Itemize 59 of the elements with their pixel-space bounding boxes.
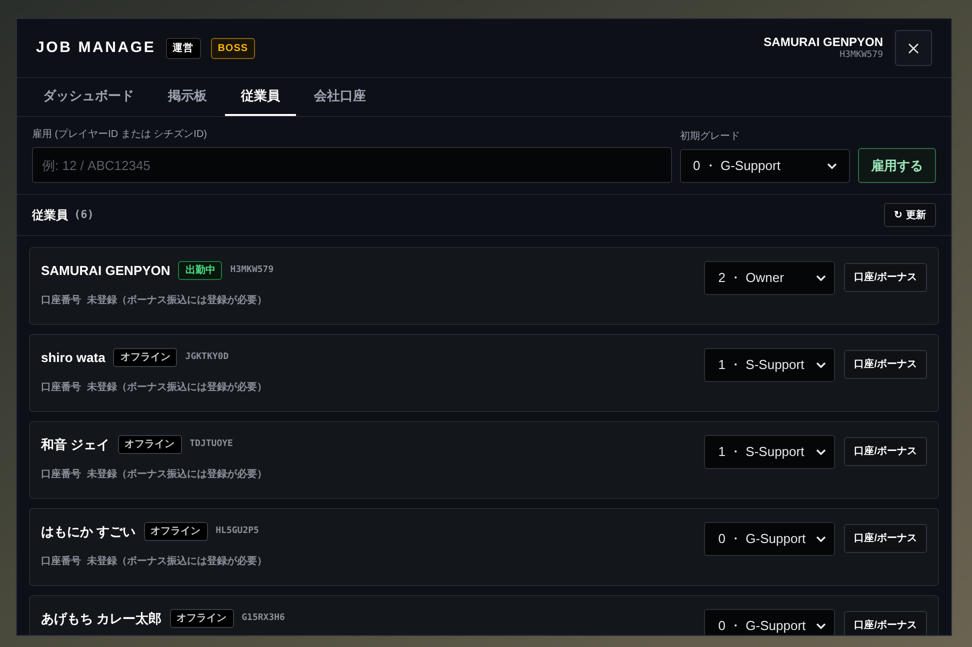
window-title: JOB MANAGE [36,38,156,58]
role-badge: 運営 [166,38,201,58]
employee-name: shiro wata [41,349,106,367]
account-bonus-button[interactable]: 口座/ボーナス [844,611,927,635]
close-button[interactable] [895,30,932,66]
status-badge: オフライン [118,435,182,454]
chevron-down-icon [816,275,826,281]
grade-select[interactable]: 0 ・ G-Support [704,522,836,556]
grade-select[interactable]: 1 ・ S-Support [704,435,836,469]
nav-tab[interactable]: ダッシュボード [27,78,150,116]
grade-select[interactable]: 1 ・ S-Support [704,348,836,382]
grade-select[interactable]: 2 ・ Owner [704,261,836,295]
status-badge: オフライン [170,609,234,628]
grade-select[interactable]: 0 ・ G-Support [680,149,850,183]
account-bonus-button[interactable]: 口座/ボーナス [844,263,927,292]
employee-name: はもにか すごい [41,523,136,541]
chevron-down-icon [816,449,826,455]
account-label: 口座番号 [41,380,81,394]
account-label: 口座番号 [41,293,81,308]
account-bonus-button[interactable]: 口座/ボーナス [844,437,927,466]
user-id: H3MKW579 [840,49,883,61]
section-title: 従業員 [32,207,68,224]
refresh-button[interactable]: ↻ 更新 [884,203,936,227]
employee-name: 和音 ジェイ [41,436,110,454]
account-bonus-button[interactable]: 口座/ボーナス [844,350,927,379]
account-status: 未登録（ボーナス振込には登録が必要） [87,380,267,394]
account-bonus-button[interactable]: 口座/ボーナス [844,524,927,553]
field-label: 初期グレード [680,130,741,144]
account-status: 未登録（ボーナス振込には登録が必要） [87,468,267,482]
account-status: 未登録（ボーナス振込には登録が必要） [87,294,267,308]
account-status: 未登録（ボーナス振込には登録が必要） [87,554,267,568]
chevron-down-icon [827,163,837,169]
employee-id: H3MKW579 [230,264,274,277]
status-badge: オフライン [144,522,208,542]
role-badge: BOSS [210,38,256,58]
chevron-down-icon [816,623,826,629]
hire-button[interactable]: 雇用する [858,148,936,183]
employee-id: HL5GU2P5 [216,525,259,538]
refresh-icon: ↻ [894,208,902,222]
user-name: SAMURAI GENPYON [764,35,883,49]
employee-count: (6) [74,206,94,223]
account-label: 口座番号 [41,554,81,568]
nav-tab[interactable]: 掲示板 [152,78,223,116]
chevron-down-icon [816,362,826,368]
status-badge: オフライン [113,348,178,368]
grade-select[interactable]: 0 ・ G-Support [704,609,836,635]
close-icon [908,42,919,54]
nav-tab[interactable]: 従業員 [225,78,296,116]
account-label: 口座番号 [41,467,81,482]
employee-name: あげもち カレー太郎 [41,610,162,628]
chevron-down-icon [816,536,826,542]
nav-tab[interactable]: 会社口座 [298,78,382,116]
employee-id: JGKTKY0D [185,351,229,364]
status-badge: 出勤中 [178,261,222,280]
player-id-input[interactable]: 例: 12 / ABC12345 [32,147,672,183]
employee-name: SAMURAI GENPYON [41,262,170,280]
field-label: 雇用 (プレイヤーID または シチズンID) [32,128,208,142]
employee-id: TDJTUOYE [190,438,233,451]
employee-id: G15RX3H6 [242,612,285,625]
